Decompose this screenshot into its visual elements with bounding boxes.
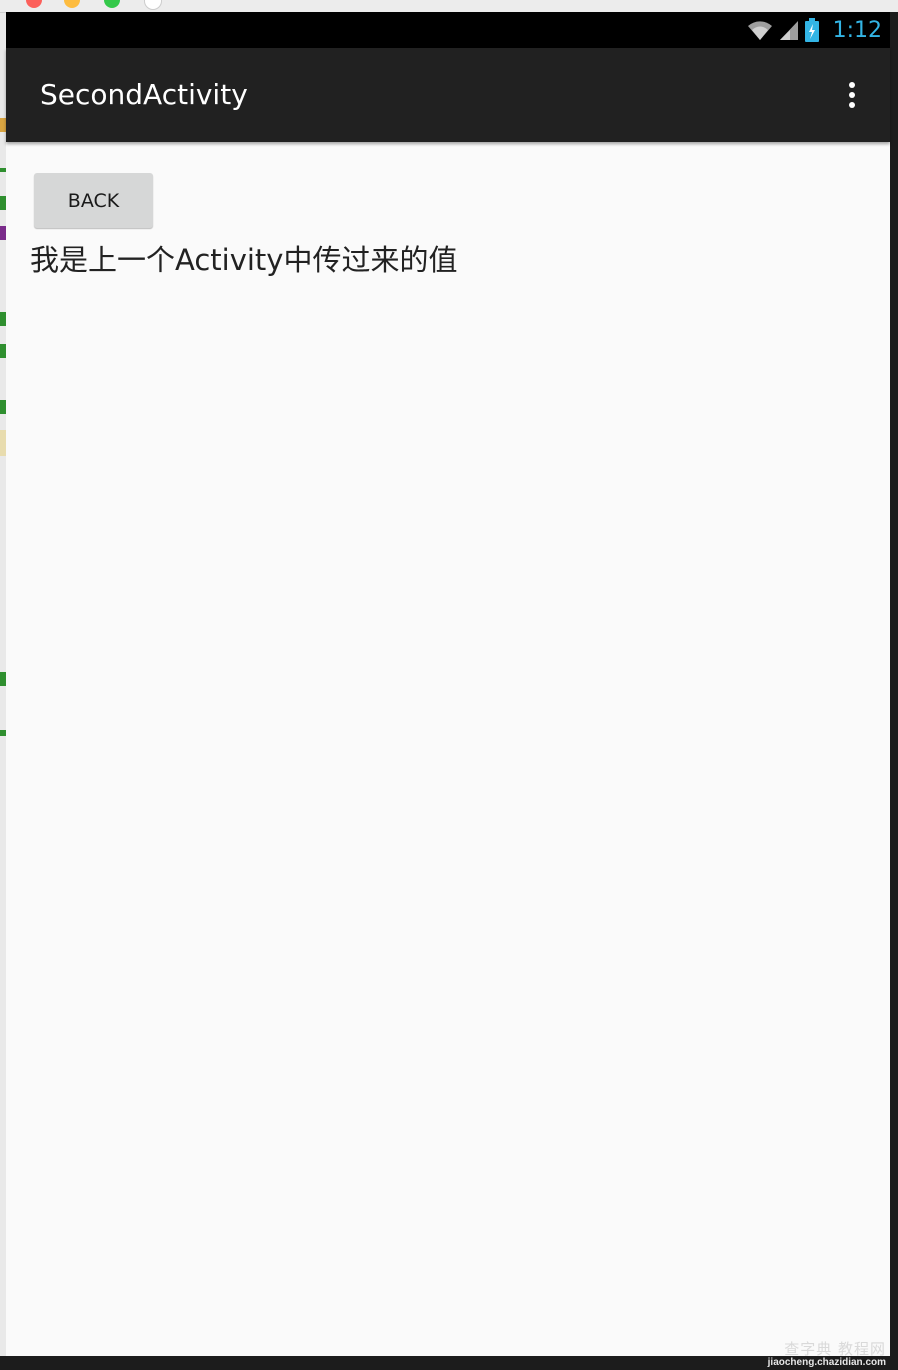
activity-title: SecondActivity [40,78,248,111]
minimize-window-icon[interactable] [64,0,80,8]
battery-charging-icon [804,18,819,42]
back-button[interactable]: BACK [34,173,153,228]
overflow-menu-icon[interactable] [834,74,870,116]
close-window-icon[interactable] [26,0,42,8]
status-time: 1:12 [832,17,882,43]
action-bar: SecondActivity [6,48,890,142]
watermark-site-url: jiaocheng.chazidian.com [767,1357,886,1368]
emulator-frame-bottom [0,1356,898,1370]
status-bar: 1:12 [6,12,890,48]
passed-value-text: 我是上一个Activity中传过来的值 [30,243,458,277]
zoom-window-icon[interactable] [104,0,120,8]
wifi-icon [747,21,772,40]
site-watermark: 查字典 教程网 jiaocheng.chazidian.com [768,1342,886,1368]
watermark-site-name: 查字典 教程网 [784,1340,886,1358]
emulator-frame-right [890,12,898,1370]
window-badge-icon [144,0,162,10]
cell-signal-icon [779,21,798,40]
activity-content: BACK 我是上一个Activity中传过来的值 [6,142,890,1357]
emulator-screen: 1:12 SecondActivity BACK 我是上一个Activity中传… [0,0,898,1370]
